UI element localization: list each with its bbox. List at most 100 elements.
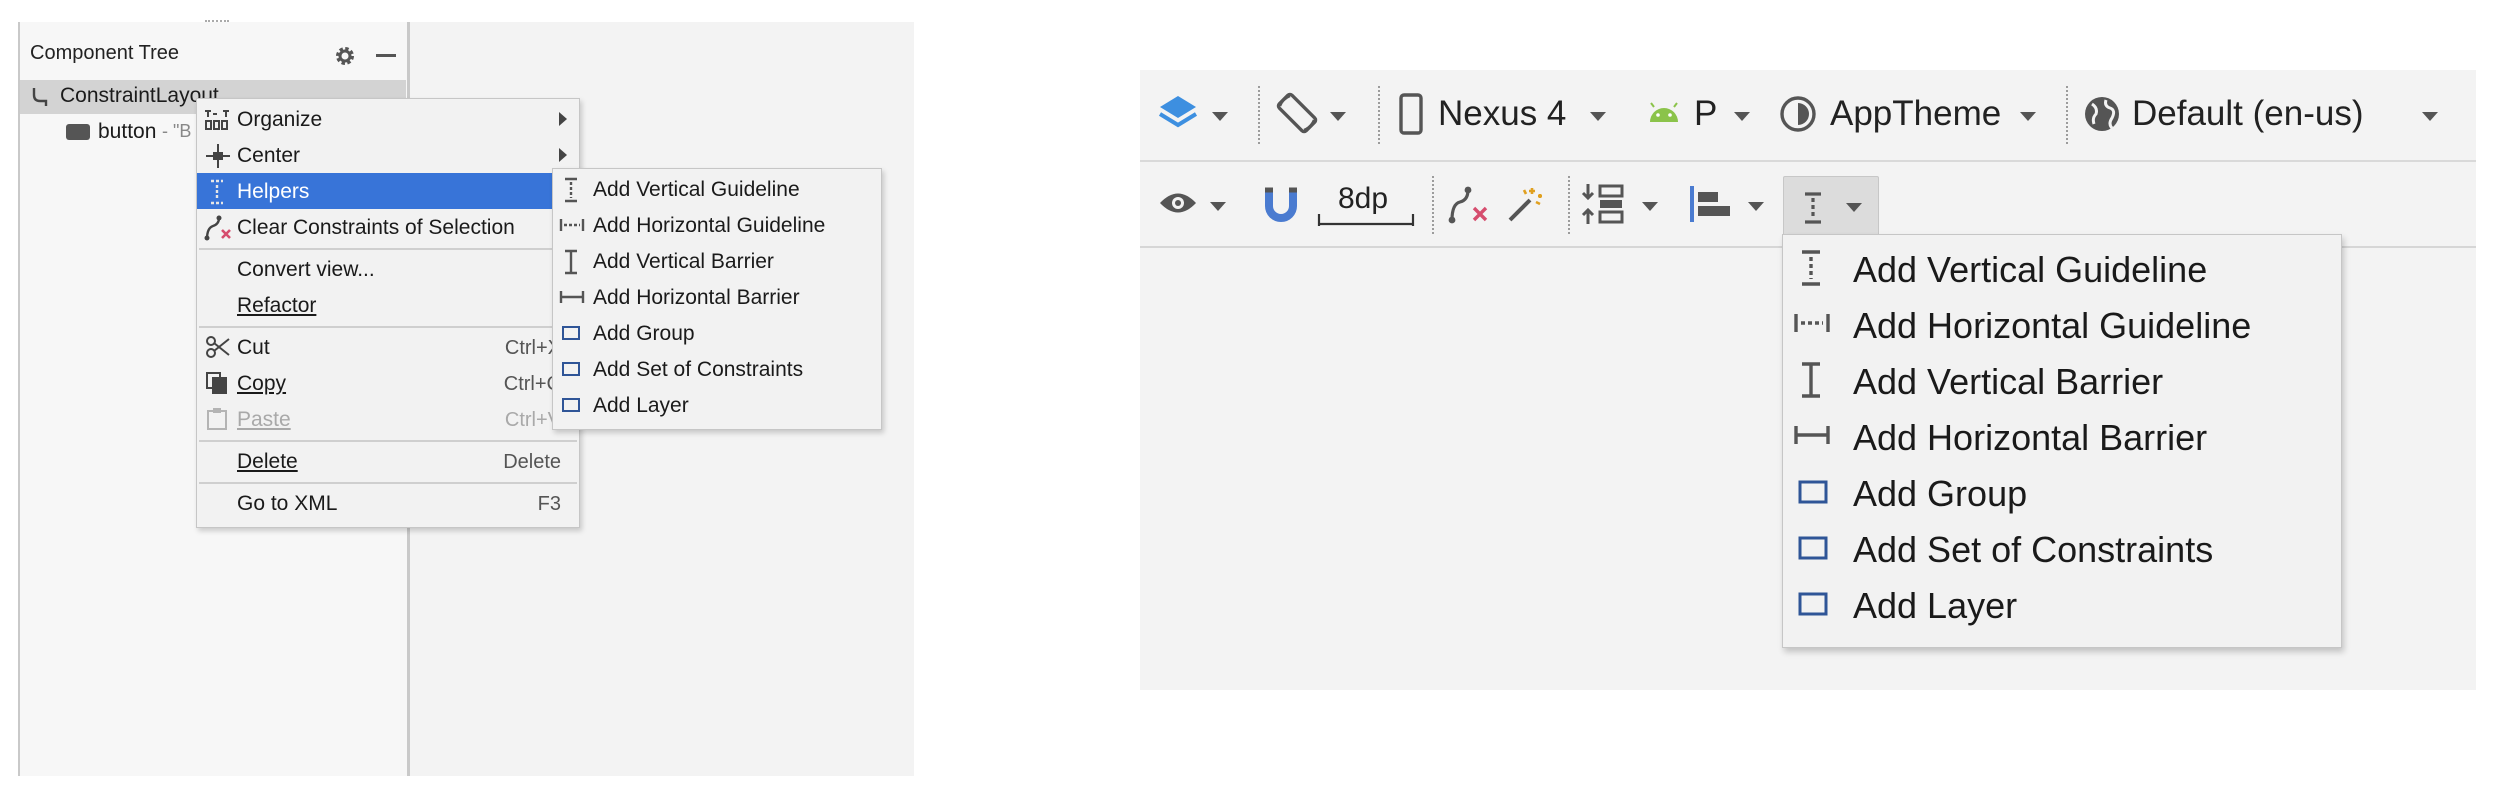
context-menu: Organize Center Helpers Clear Constraint… xyxy=(196,98,580,528)
submenu-arrow-icon xyxy=(559,112,567,126)
group-icon xyxy=(562,326,580,340)
dropdown-item-add-horizontal-guideline[interactable]: Add Horizontal Guideline xyxy=(1783,295,2341,351)
panel-grip[interactable] xyxy=(205,20,229,26)
guideline-vertical-icon xyxy=(211,179,223,205)
submenu-arrow-icon xyxy=(559,148,567,162)
chevron-down-icon xyxy=(1330,112,1346,121)
submenu-item-add-group[interactable]: Add Group xyxy=(553,315,881,351)
dropdown-item-label: Add Set of Constraints xyxy=(1853,529,2214,570)
submenu-item-add-horizontal-barrier[interactable]: Add Horizontal Barrier xyxy=(553,279,881,315)
menu-item-label: Copy xyxy=(237,372,287,395)
dropdown-item-add-group[interactable]: Add Group xyxy=(1783,463,2341,519)
dropdown-item-add-horizontal-barrier[interactable]: Add Horizontal Barrier xyxy=(1783,407,2341,463)
menu-item-refactor[interactable]: Refactor xyxy=(197,287,579,323)
menu-shortcut: Delete xyxy=(503,451,561,473)
api-level: P xyxy=(1694,94,1718,133)
menu-item-cut[interactable]: Cut Ctrl+X xyxy=(197,329,579,365)
api-level-dropdown[interactable]: P xyxy=(1648,84,1764,144)
submenu-item-label: Add Horizontal Guideline xyxy=(593,214,826,237)
android-icon xyxy=(1650,102,1678,122)
menu-item-paste[interactable]: Paste Ctrl+V xyxy=(197,401,579,437)
dropdown-item-add-vertical-barrier[interactable]: Add Vertical Barrier xyxy=(1783,351,2341,407)
menu-item-organize[interactable]: Organize xyxy=(197,101,579,137)
menu-separator xyxy=(199,326,577,328)
chevron-down-icon xyxy=(1748,202,1764,211)
pack-icon xyxy=(1581,184,1624,224)
orientation-dropdown[interactable] xyxy=(1272,84,1352,144)
design-surface-dropdown[interactable] xyxy=(1152,84,1232,144)
menu-item-convert-view[interactable]: Convert view... xyxy=(197,251,579,287)
submenu-item-add-vertical-barrier[interactable]: Add Vertical Barrier xyxy=(553,243,881,279)
layer-icon xyxy=(1798,592,1828,616)
chevron-down-icon xyxy=(1734,112,1750,121)
submenu-item-add-set-of-constraints[interactable]: Add Set of Constraints xyxy=(553,351,881,387)
globe-icon xyxy=(2085,97,2119,131)
menu-item-copy[interactable]: Copy Ctrl+C xyxy=(197,365,579,401)
organize-icon xyxy=(205,110,229,130)
eye-icon xyxy=(1160,193,1196,213)
device-dropdown[interactable]: Nexus 4 xyxy=(1392,84,1618,144)
menu-item-center[interactable]: Center xyxy=(197,137,579,173)
margin-value: 8dp xyxy=(1338,182,1389,215)
rotate-device-icon xyxy=(1276,92,1318,134)
dropdown-item-add-set-of-constraints[interactable]: Add Set of Constraints xyxy=(1783,519,2341,575)
tree-child-text-preview: - "B xyxy=(162,121,192,141)
helpers-dropdown-menu: Add Vertical Guideline Add Horizontal Gu… xyxy=(1782,234,2342,648)
minimize-icon[interactable] xyxy=(376,54,396,58)
constraint-set-icon xyxy=(1798,536,1828,560)
layer-icon xyxy=(562,398,580,412)
toolbar-separator xyxy=(2066,86,2068,144)
align-dropdown[interactable] xyxy=(1686,176,1772,232)
chevron-down-icon xyxy=(1642,202,1658,211)
tree-root-label: ConstraintLayout xyxy=(60,84,219,107)
clear-constraints-button[interactable] xyxy=(1442,176,1492,232)
constraint-set-icon xyxy=(562,362,580,376)
dropdown-item-label: Add Vertical Guideline xyxy=(1853,249,2208,290)
scissors-icon xyxy=(206,336,230,358)
dropdown-item-add-vertical-guideline[interactable]: Add Vertical Guideline xyxy=(1783,239,2341,295)
toolbar-separator xyxy=(1432,176,1434,234)
theme-icon xyxy=(1780,96,1816,132)
pack-dropdown[interactable] xyxy=(1578,176,1666,232)
menu-item-label: Refactor xyxy=(237,294,317,317)
submenu-item-add-vertical-guideline[interactable]: Add Vertical Guideline xyxy=(553,171,881,207)
submenu-item-label: Add Set of Constraints xyxy=(593,358,804,381)
submenu-item-add-horizontal-guideline[interactable]: Add Horizontal Guideline xyxy=(553,207,881,243)
submenu-item-label: Add Vertical Guideline xyxy=(593,178,800,201)
dropdown-item-label: Add Layer xyxy=(1853,585,2018,626)
default-margin-dropdown[interactable]: 8dp xyxy=(1316,176,1416,232)
clear-constraints-icon xyxy=(1448,186,1488,224)
menu-item-label: Convert view... xyxy=(237,258,375,281)
horizontal-barrier-icon xyxy=(559,291,585,303)
infer-constraints-button[interactable] xyxy=(1500,176,1550,232)
menu-item-label: Center xyxy=(237,144,301,167)
align-left-icon xyxy=(1690,186,1730,222)
menu-item-clear-constraints[interactable]: Clear Constraints of Selection xyxy=(197,209,579,245)
menu-item-helpers[interactable]: Helpers xyxy=(197,173,579,209)
chevron-down-icon xyxy=(2422,112,2438,121)
dropdown-item-add-layer[interactable]: Add Layer xyxy=(1783,575,2341,631)
view-options-dropdown[interactable] xyxy=(1154,176,1232,232)
theme-dropdown[interactable]: AppTheme xyxy=(1778,84,2048,144)
guidelines-dropdown-button[interactable] xyxy=(1783,176,1879,238)
menu-item-label: Go to XML xyxy=(237,492,338,515)
submenu-item-add-layer[interactable]: Add Layer xyxy=(553,387,881,423)
component-tree-title: Component Tree xyxy=(30,42,179,64)
menu-item-go-to-xml[interactable]: Go to XML F3 xyxy=(197,485,579,521)
menu-item-label: Helpers xyxy=(237,180,310,203)
dropdown-item-label: Add Horizontal Guideline xyxy=(1853,305,2252,346)
horizontal-guideline-icon xyxy=(1794,314,1830,332)
autoconnect-toggle[interactable] xyxy=(1258,176,1304,232)
toolbar-separator xyxy=(1258,86,1260,144)
horizontal-guideline-icon xyxy=(559,219,585,231)
locale-name: Default (en-us) xyxy=(2132,94,2364,133)
magic-wand-icon xyxy=(1508,188,1542,222)
toolbar-separator xyxy=(1568,176,1570,234)
design-toolbar: Nexus 4 P AppTheme Default (en-us) xyxy=(1140,70,2476,160)
locale-dropdown[interactable]: Default (en-us) xyxy=(2080,84,2460,144)
menu-item-delete[interactable]: Delete Delete xyxy=(197,443,579,479)
submenu-item-label: Add Horizontal Barrier xyxy=(593,286,800,309)
gear-icon[interactable] xyxy=(333,44,357,68)
menu-item-label: Paste xyxy=(237,408,291,431)
button-widget-icon xyxy=(66,124,90,140)
